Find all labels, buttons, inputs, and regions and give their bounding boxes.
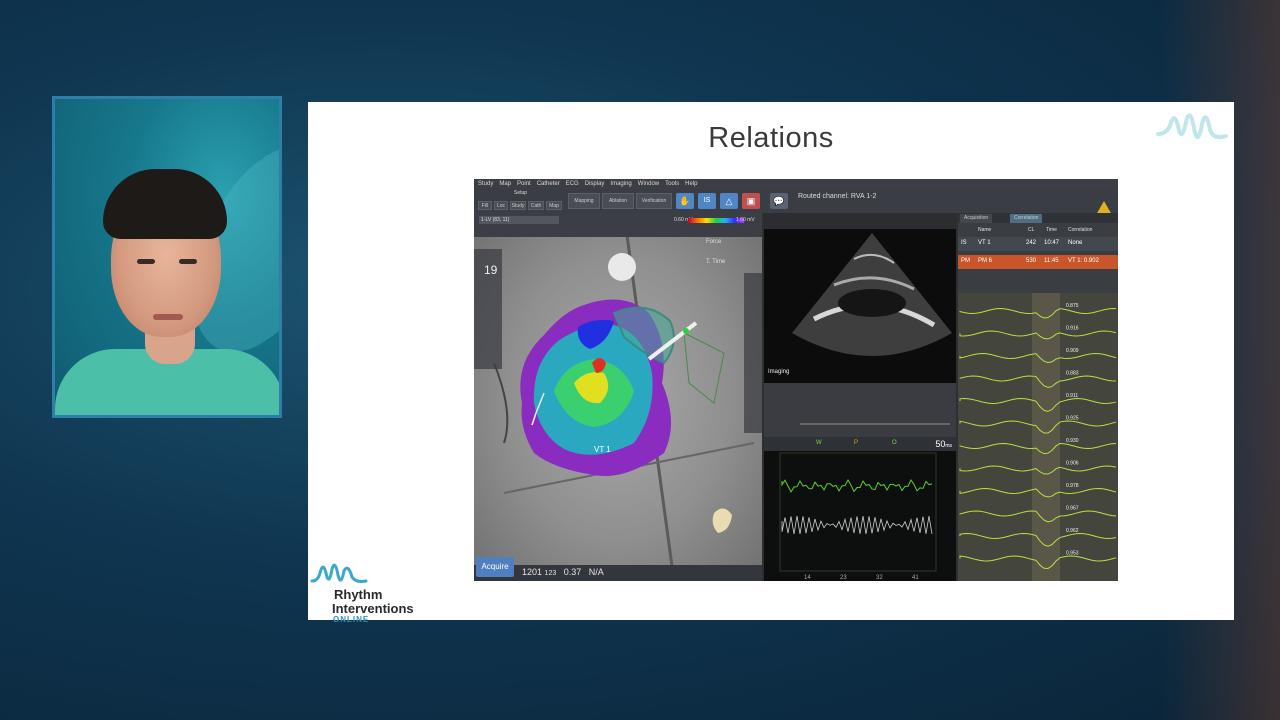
ecg-correlation-value: 0.909 [1066, 348, 1079, 354]
vt-label: VT 1 [594, 445, 611, 454]
verification-tab[interactable]: Verification [636, 193, 672, 209]
ecg-correlation-value: 0.978 [1066, 483, 1079, 489]
col-name: Name [978, 227, 992, 233]
col-correlation: Correlation [1068, 227, 1093, 233]
ecg-comparison-traces: 0.875 0.916 0.909 0.883 0.911 0.925 0.930 0.906… [958, 293, 1118, 581]
chat-tool-icon[interactable]: 💬 [770, 193, 788, 209]
wave-letter-p: P [854, 440, 859, 446]
pattern-correlation-panel: Acquisition Correlation Name CL Time Cor… [958, 213, 1118, 581]
menu-item-map[interactable]: Map [499, 179, 511, 189]
acquire-button[interactable]: Acquire [476, 557, 514, 577]
menu-item-ecg[interactable]: ECG [566, 179, 579, 189]
fill-button[interactable]: Fill [478, 201, 492, 210]
map-header: 1-LV (83, 11) 0.60 mV 1.60 mV Force T. T… [474, 213, 762, 265]
signal-traces: 14 23 32 41 [779, 452, 937, 581]
rhythm-logo-watermark-icon [1156, 113, 1228, 140]
carto-menubar: Study Map Point Catheter ECG Display Imaging Wi… [474, 179, 1118, 189]
sweep-speed: 50ms [935, 439, 952, 449]
signal-x-tick: 14 [804, 575, 811, 581]
corr-tabs: Acquisition Correlation [958, 213, 1118, 223]
imaging-controls[interactable] [764, 383, 956, 437]
imaging-slider[interactable] [800, 423, 950, 425]
realtime-signals-panel: W P O 50ms 14 23 32 41 [764, 437, 956, 581]
setup-label: Setup [514, 190, 528, 196]
logo-line-interventions: Interventions [332, 601, 414, 616]
menu-item-study[interactable]: Study [478, 179, 493, 189]
map-right-toolstrip[interactable] [744, 273, 762, 433]
ecg-correlation-value: 0.906 [1066, 461, 1079, 467]
corr-row-pm[interactable]: PM PM 6 530 11:45 VT 1: 0.902 [958, 255, 1118, 269]
menu-item-point[interactable]: Point [517, 179, 531, 189]
routed-channel-label: Routed channel: RVA 1-2 [798, 193, 877, 200]
signal-x-tick: 41 [912, 575, 919, 581]
imaging-header [764, 213, 956, 229]
signal-x-tick: 32 [876, 575, 883, 581]
map-marker-circle[interactable] [608, 253, 636, 281]
signals-header: W P O 50ms [764, 437, 956, 451]
white-signal-trace [781, 515, 933, 535]
ecg-correlation-value: 0.967 [1066, 506, 1079, 512]
menu-item-display[interactable]: Display [585, 179, 605, 189]
ecg-correlation-value: 0.962 [1066, 528, 1079, 534]
logo-line-rhythm: Rhythm [334, 587, 383, 602]
ecg-correlation-value: 0.930 [1066, 438, 1079, 444]
signal-x-tick: 23 [840, 575, 847, 581]
mapping-tab[interactable]: Mapping [568, 193, 600, 209]
wave-letter-w: W [816, 440, 822, 446]
ecg-correlation-value: 0.875 [1066, 303, 1079, 309]
ecg-correlation-value: 0.953 [1066, 551, 1079, 557]
ttime-label: T. Time [706, 259, 726, 265]
menu-item-catheter[interactable]: Catheter [537, 179, 560, 189]
tab-correlation[interactable]: Correlation [1010, 214, 1043, 223]
menu-item-imaging[interactable]: Imaging [610, 179, 631, 189]
imaging-label: Imaging [768, 369, 790, 375]
record-tool-icon[interactable]: ▣ [742, 193, 760, 209]
study-button[interactable]: Study [510, 201, 526, 210]
ecg-correlation-value: 0.883 [1066, 371, 1079, 377]
menu-item-window[interactable]: Window [638, 179, 659, 189]
map-status-bar: 1201 123 0.37 N/A [474, 565, 762, 581]
map-select-dropdown[interactable]: 1-LV (83, 11) [479, 216, 559, 224]
wave-letter-o: O [892, 440, 897, 446]
menu-item-help[interactable]: Help [685, 179, 697, 189]
ecg-correlation-value: 0.925 [1066, 416, 1079, 422]
force-label: Force [706, 239, 722, 245]
triangle-tool-icon[interactable]: △ [720, 193, 738, 209]
map-counter: 19 [484, 263, 498, 277]
presenter-webcam [52, 96, 282, 418]
colorbar-max-label: 1.60 mV [736, 217, 755, 223]
ice-imaging-view[interactable]: Imaging [764, 213, 956, 383]
is-tool-icon[interactable]: IS [698, 193, 716, 209]
carto-mapping-screenshot: Study Map Point Catheter ECG Display Imaging Wi… [474, 179, 1118, 581]
corr-row-vt[interactable]: IS VT 1 242 10:47 None [958, 237, 1118, 251]
loc-button[interactable]: Loc [494, 201, 508, 210]
cath-button[interactable]: Cath [528, 201, 544, 210]
green-signal-trace [781, 479, 933, 493]
hand-tool-icon[interactable]: ✋ [676, 193, 694, 209]
logo-line-online: ONLINE [333, 615, 370, 624]
menu-item-tools[interactable]: Tools [665, 179, 679, 189]
ecg-correlation-value: 0.911 [1066, 393, 1078, 399]
electroanatomic-map-view[interactable]: 1-LV (83, 11) 0.60 mV 1.60 mV Force T. T… [474, 213, 762, 581]
col-time: Time [1046, 227, 1057, 233]
map-status-readout: 1201 123 0.37 N/A [522, 567, 604, 577]
wave-logo-icon [310, 563, 368, 583]
slide-title: Relations [708, 122, 834, 154]
col-cl: CL [1028, 227, 1035, 233]
presentation-slide: Relations Rhythm Interventions ONLINE St… [308, 102, 1234, 624]
ecg-correlation-value: 0.916 [1066, 326, 1079, 332]
ablation-tab[interactable]: Ablation [602, 193, 634, 209]
map-button[interactable]: Map [546, 201, 562, 210]
carto-toolbar: Setup Fill Loc Study Cath Map Mapping Ab… [474, 189, 1118, 215]
ultrasound-fan-image [792, 233, 952, 356]
tab-acquisition[interactable]: Acquisition [960, 214, 993, 223]
rhythm-interventions-logo: Rhythm Interventions ONLINE [308, 557, 428, 624]
